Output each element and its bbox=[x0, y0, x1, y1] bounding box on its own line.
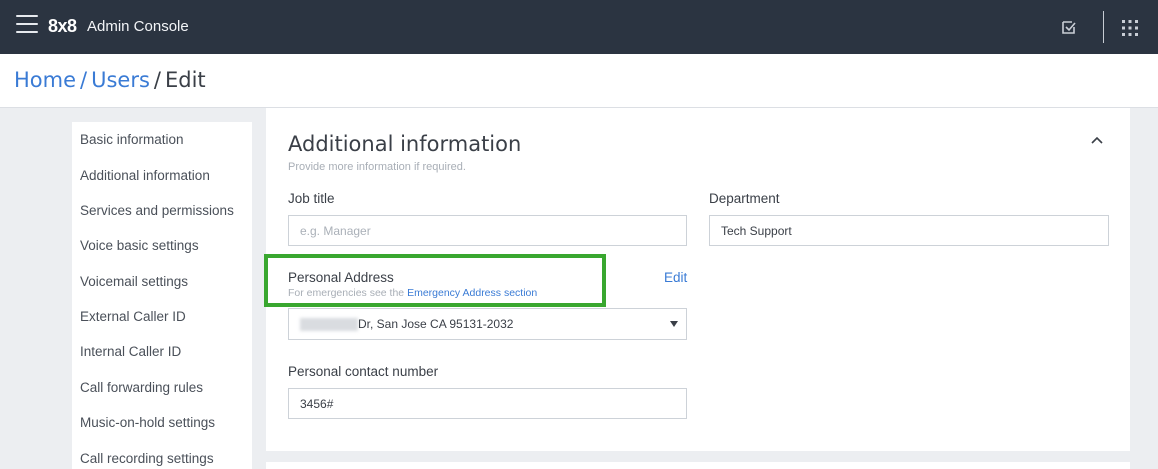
next-panel bbox=[266, 462, 1130, 469]
edit-address-link[interactable]: Edit bbox=[664, 270, 687, 285]
checkbox-icon[interactable] bbox=[1061, 19, 1077, 35]
caret-down-icon bbox=[670, 321, 678, 327]
sidebar-item-call-recording[interactable]: Call recording settings bbox=[80, 451, 214, 466]
topbar-divider bbox=[1103, 11, 1104, 43]
personal-address-select[interactable]: Dr, San Jose CA 95131-2032 bbox=[288, 308, 687, 340]
department-label: Department bbox=[709, 191, 780, 206]
sidebar-item-services-permissions[interactable]: Services and permissions bbox=[80, 203, 234, 218]
breadcrumb-current: Edit bbox=[164, 68, 206, 92]
sidebar-item-call-forwarding-rules[interactable]: Call forwarding rules bbox=[80, 380, 203, 395]
sidebar-item-internal-caller-id[interactable]: Internal Caller ID bbox=[80, 344, 181, 359]
contact-number-label: Personal contact number bbox=[288, 364, 439, 379]
chevron-up-icon[interactable] bbox=[1090, 134, 1104, 146]
personal-address-label: Personal Address bbox=[288, 270, 394, 285]
breadcrumb-users[interactable]: Users bbox=[91, 68, 150, 92]
hamburger-menu-icon[interactable] bbox=[16, 15, 38, 33]
personal-address-value: Dr, San Jose CA 95131-2032 bbox=[358, 317, 514, 331]
grid-apps-icon[interactable] bbox=[1121, 19, 1139, 37]
personal-address-hint: For emergencies see the Emergency Addres… bbox=[288, 287, 537, 299]
job-title-input[interactable] bbox=[288, 215, 687, 246]
sidebar-item-basic-information[interactable]: Basic information bbox=[80, 132, 184, 147]
section-subtitle: Provide more information if required. bbox=[288, 161, 466, 173]
section-title: Additional information bbox=[288, 132, 522, 156]
breadcrumb-home[interactable]: Home bbox=[14, 68, 76, 92]
department-input[interactable] bbox=[709, 215, 1109, 246]
breadcrumb-bar: Home / Users / Edit bbox=[0, 54, 1158, 108]
breadcrumb-separator: / bbox=[153, 68, 161, 92]
contact-number-input[interactable] bbox=[288, 388, 687, 419]
top-bar: 8x8 Admin Console bbox=[0, 0, 1158, 54]
hint-text: For emergencies see the bbox=[288, 287, 408, 299]
sidebar-item-voice-basic-settings[interactable]: Voice basic settings bbox=[80, 238, 199, 253]
app-title: Admin Console bbox=[87, 18, 189, 35]
sidebar-item-music-on-hold[interactable]: Music-on-hold settings bbox=[80, 415, 215, 430]
breadcrumb: Home / Users / Edit bbox=[14, 68, 206, 92]
settings-nav: Basic information Additional information… bbox=[72, 122, 252, 469]
sidebar-item-voicemail-settings[interactable]: Voicemail settings bbox=[80, 274, 188, 289]
job-title-label: Job title bbox=[288, 191, 335, 206]
logo: 8x8 bbox=[48, 16, 77, 36]
sidebar-item-additional-information[interactable]: Additional information bbox=[80, 168, 210, 183]
emergency-address-link[interactable]: Emergency Address section bbox=[407, 287, 537, 299]
breadcrumb-separator: / bbox=[80, 68, 88, 92]
redacted-text bbox=[300, 318, 358, 331]
sidebar-item-external-caller-id[interactable]: External Caller ID bbox=[80, 309, 186, 324]
